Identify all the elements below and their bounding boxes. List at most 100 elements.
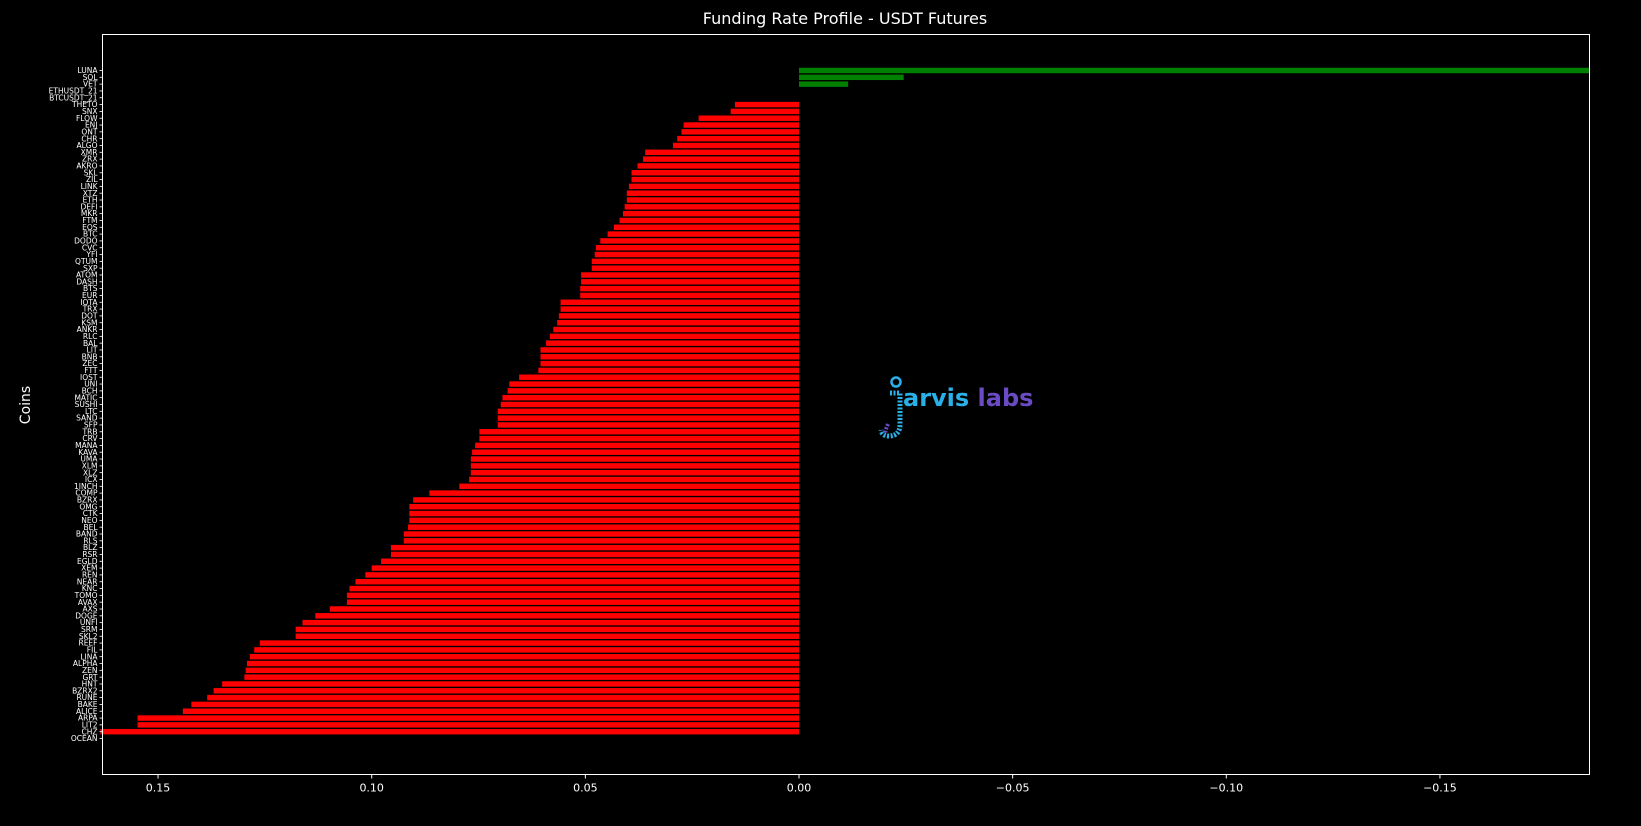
bar-iota [560,299,799,305]
bar-btc [607,231,799,237]
bar-xem [371,565,799,571]
bar-bal [546,340,799,346]
bar-mkr [622,210,799,217]
bar-alice [182,708,799,714]
bar-akro [637,163,799,169]
bar-snx [730,108,799,115]
y-axis-label: Coins [18,386,34,424]
bar-zrx [643,156,799,162]
bar-eth [626,197,799,203]
bar-bnb [540,354,799,360]
bar-algo [672,142,799,149]
bar-theto [734,101,799,108]
x-tick-label: −0.10 [1209,782,1243,795]
x-tick-label: 0.00 [787,782,812,795]
bar-bel [408,524,799,530]
bar-defi [624,204,799,210]
bar-dot [558,313,799,319]
bar-rls [403,538,799,544]
bar-1inch [459,483,799,490]
category-label-ocean: OCEAN [71,734,98,743]
bar-iost [519,374,799,380]
bar-srm [295,626,799,633]
logo-text-a: arvis [903,384,969,412]
bar-zil [631,176,799,183]
bar-neo [409,517,799,524]
bar-eos [613,224,799,231]
bar-sand [497,415,799,421]
bar-cvc [596,244,799,251]
bar-unfi [302,619,799,626]
bar-zen [245,667,799,674]
bar-omg [409,504,799,510]
bar-xmr [645,149,799,156]
bar-reef [259,640,799,646]
bar-near [355,578,799,585]
bar-chr [677,135,799,142]
bar-lina [249,653,799,660]
bar-bzrx2 [213,688,799,694]
bar-ont [681,129,799,135]
bar-comp [429,490,799,496]
bar-doge [315,613,799,619]
bar-vet [798,81,849,87]
bar-matic [502,394,799,401]
bar-rune [207,694,799,701]
bar-eur [580,292,799,299]
bar-atom [581,272,799,278]
bar-uma [470,456,799,462]
bar-sfp [497,422,799,428]
bar-mana [475,442,799,449]
bar-ftm [619,217,799,224]
bar-kava [472,449,799,455]
bar-icx [469,476,799,483]
bar-crv [479,435,799,442]
bar-grt [244,674,799,680]
bar-dash [581,279,799,285]
x-tick-label: 0.15 [146,782,171,795]
bar-zec [540,360,799,367]
bar-bake [191,701,799,708]
x-tick-label: 0.05 [573,782,598,795]
bar-fil [254,647,799,653]
bar-xlm [470,463,799,469]
x-tick-label: 0.10 [359,782,384,795]
bar-band [403,531,799,537]
bar-knc [349,585,799,592]
logo-text-b: labs [969,384,1033,412]
bar-lit2 [137,722,799,728]
bar-sushi [500,401,799,408]
bar-chz [100,728,799,735]
bar-rsr [390,551,799,558]
bar-ren [365,572,799,578]
bar-bch [507,388,799,394]
logo-text: arvis labs [903,384,1033,412]
bar-ankr [553,326,799,333]
bar-ftt [538,367,799,374]
bar-dodo [600,238,799,244]
bar-ctk [409,510,799,517]
bar-blz [390,544,799,551]
bar-hnt [222,681,799,687]
bar-sxp [591,265,799,271]
bar-link [628,183,799,190]
bar-lit [540,347,799,353]
bar-bts [580,285,799,292]
bar-rlc [549,333,799,340]
bar-alpha [246,660,799,667]
bar-axs [329,606,799,612]
bar-tomo [346,592,799,599]
chart: Funding Rate Profile - USDT Futures Coin… [0,0,1641,826]
bar-qtum [591,258,799,265]
bar-ltc [497,408,799,415]
bar-yfi [594,251,799,258]
bar-skl2 [295,633,799,639]
bar-xtz [626,190,799,196]
x-tick-label: −0.05 [996,782,1030,795]
bar-enj [683,122,799,128]
bar-xlz [470,469,799,476]
bar-avax [346,599,799,605]
bar-bzrx [413,497,799,503]
bar-flow [698,115,799,121]
bar-sol [798,74,904,81]
